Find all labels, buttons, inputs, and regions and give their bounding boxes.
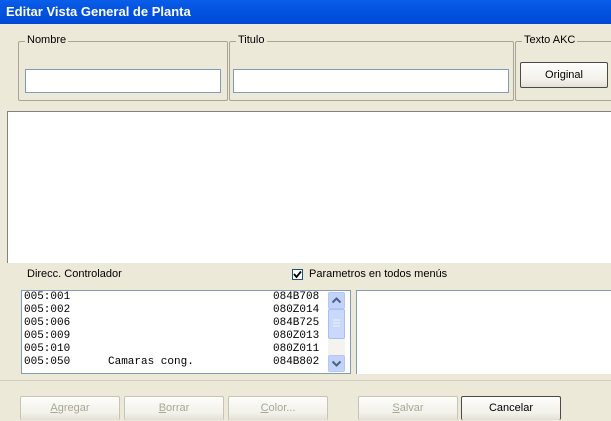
- list-item-addr: 005:010: [24, 343, 71, 355]
- list-item-code: 084B708: [273, 291, 320, 303]
- parametros-label: Parametros en todos menús: [309, 268, 448, 280]
- parametros-checkbox[interactable]: [292, 269, 303, 280]
- list-item-code: 080Z011: [273, 343, 320, 355]
- check-icon: [293, 270, 302, 279]
- window-title: Editar Vista General de Planta: [6, 4, 191, 19]
- list-item-addr: 005:006: [24, 317, 71, 329]
- titulo-group: Titulo: [229, 34, 514, 101]
- borrar-button[interactable]: Borrar: [124, 396, 224, 420]
- arrow-up-icon: [331, 297, 342, 304]
- list-item-addr: 005:050: [24, 356, 71, 368]
- salvar-button[interactable]: Salvar: [358, 396, 458, 420]
- texto-akc-group: Texto AKC Original: [515, 34, 611, 101]
- title-bar[interactable]: Editar Vista General de Planta: [0, 0, 611, 24]
- cancelar-button[interactable]: Cancelar: [461, 396, 561, 420]
- list-item-addr: 005:002: [24, 304, 71, 316]
- list-item-code: 084B725: [273, 317, 320, 329]
- nombre-label: Nombre: [25, 34, 69, 46]
- controller-list[interactable]: 005:001 084B708 005:002 080Z014 005:006 084B7…: [21, 290, 351, 374]
- details-panel: [356, 290, 611, 374]
- list-item[interactable]: 005:010 080Z011: [22, 344, 326, 355]
- preview-panel: [7, 111, 611, 263]
- list-item-code: 080Z014: [273, 304, 320, 316]
- scroll-thumb[interactable]: [328, 309, 345, 339]
- divider: [0, 380, 611, 381]
- nombre-group: Nombre: [18, 34, 228, 101]
- color-button[interactable]: Color...: [228, 396, 328, 420]
- scroll-up-button[interactable]: [328, 292, 345, 309]
- list-item[interactable]: 005:009 080Z013: [22, 331, 326, 342]
- list-item-code: 080Z013: [273, 330, 320, 342]
- direcc-controlador-label: Direcc. Controlador: [27, 268, 122, 280]
- titulo-label: Titulo: [236, 34, 267, 46]
- grip-icon: [333, 319, 340, 327]
- scroll-down-button[interactable]: [328, 355, 345, 372]
- list-item-addr: 005:001: [24, 291, 71, 303]
- list-item-addr: 005:009: [24, 330, 71, 342]
- list-item[interactable]: 005:006 084B725: [22, 318, 326, 329]
- list-item[interactable]: 005:050 Camaras cong. 084B802: [22, 357, 326, 368]
- agregar-button[interactable]: Agregar: [20, 396, 120, 420]
- list-item[interactable]: 005:002 080Z014: [22, 305, 326, 316]
- original-button[interactable]: Original: [520, 62, 608, 88]
- texto-akc-label: Texto AKC: [522, 34, 578, 46]
- list-item[interactable]: 005:001 084B708: [22, 292, 326, 303]
- arrow-down-icon: [331, 360, 342, 367]
- titulo-input[interactable]: [233, 69, 509, 93]
- nombre-input[interactable]: [25, 69, 221, 93]
- list-scrollbar[interactable]: [328, 292, 345, 372]
- list-item-code: 084B802: [273, 356, 320, 368]
- list-item-desc: Camaras cong.: [108, 356, 194, 368]
